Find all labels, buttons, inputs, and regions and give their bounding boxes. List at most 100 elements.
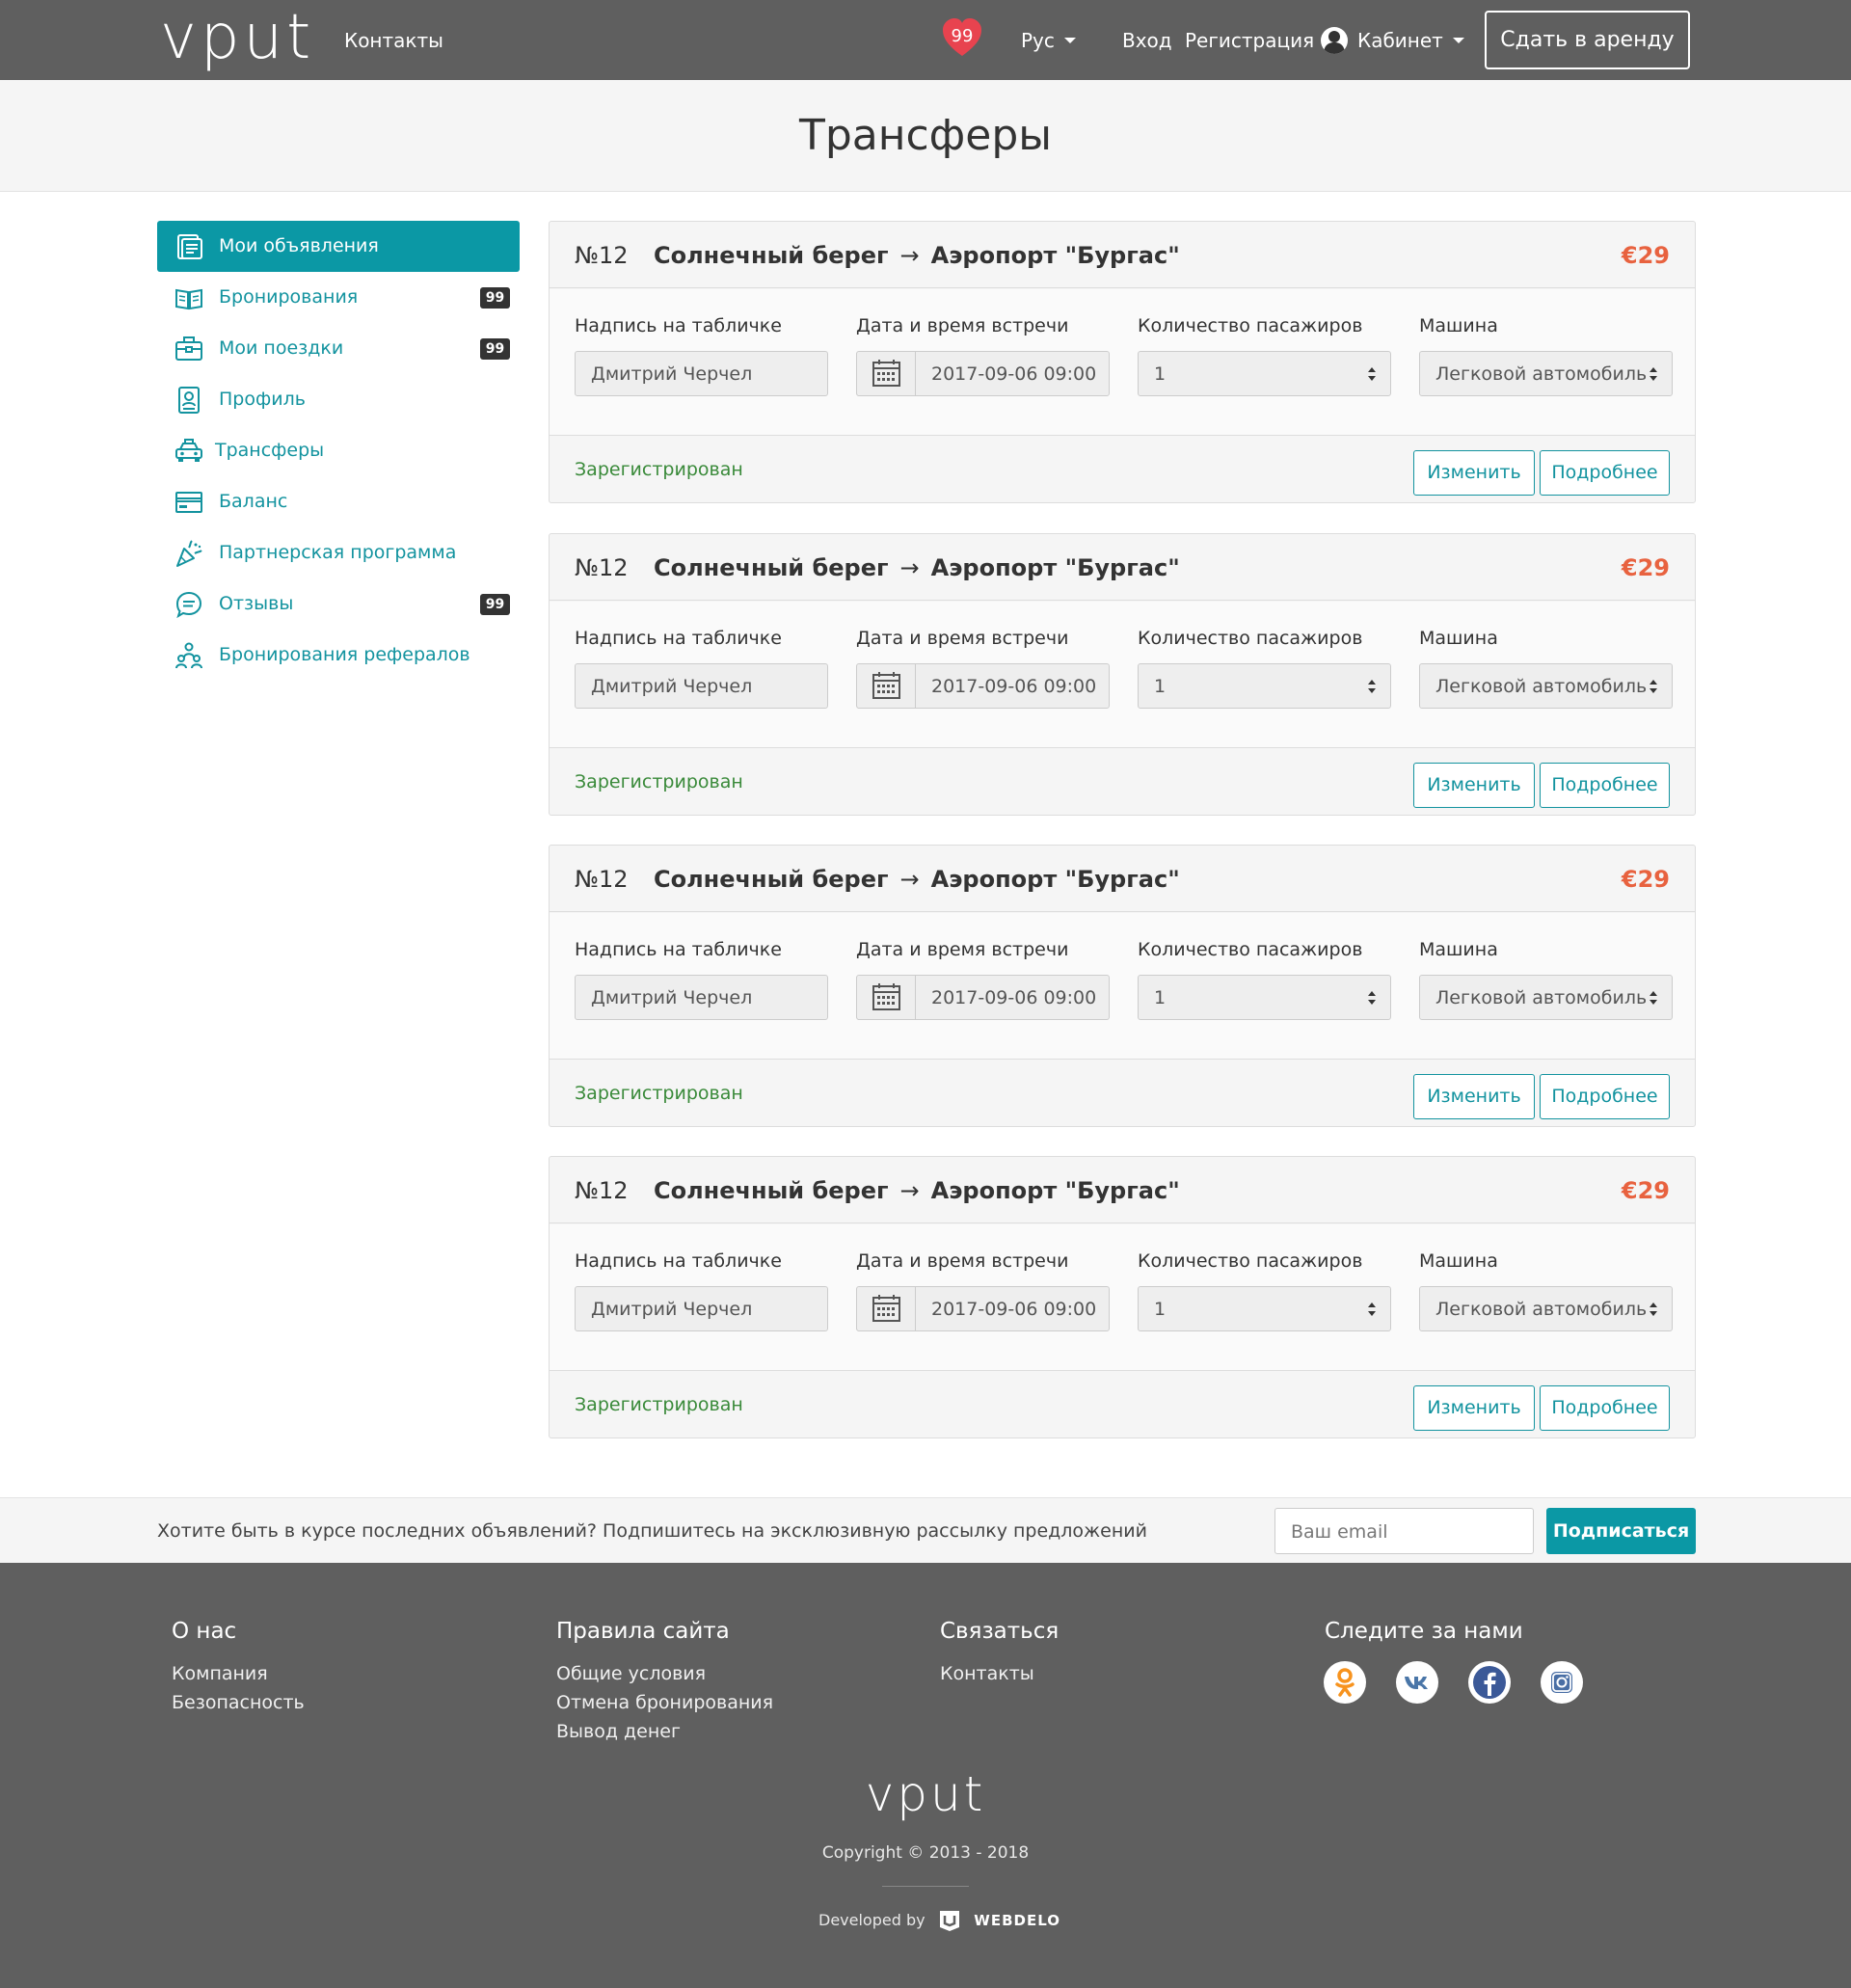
sidebar-item-my-listings[interactable]: Мои объявления [157,221,520,272]
sidebar-item-label: Бронирования [219,286,359,308]
footer-link[interactable]: Компания [172,1659,305,1688]
car-value: Легковой автомобиль [1435,1299,1648,1320]
status-text: Зарегистрирован [575,771,743,793]
edit-button[interactable]: Изменить [1413,450,1535,496]
passengers-select[interactable]: 1 [1138,663,1391,709]
footer-link[interactable]: Общие условия [556,1659,773,1688]
user-avatar-icon[interactable] [1321,27,1348,54]
select-arrows-icon [1650,680,1657,693]
transfer-number: №12 [575,1177,629,1204]
card-footer: Зарегистрирован Изменить Подробнее [550,748,1695,815]
calendar-icon[interactable] [857,1287,916,1330]
email-input[interactable]: Ваш email [1274,1508,1534,1554]
rent-out-button[interactable]: Сдать в аренду [1485,11,1690,69]
card-body: Надпись на табличке Дмитрий Черчел Дата … [550,1224,1695,1371]
footer-logo[interactable]: vput [0,1765,1851,1823]
calendar-glyph [872,983,900,1010]
details-button[interactable]: Подробнее [1540,1385,1670,1431]
card-body: Надпись на табличке Дмитрий Черчел Дата … [550,289,1695,436]
odnoklassniki-icon[interactable] [1324,1661,1366,1704]
calendar-icon[interactable] [857,976,916,1019]
count-badge: 99 [480,287,510,309]
details-button[interactable]: Подробнее [1540,763,1670,808]
details-button[interactable]: Подробнее [1540,1074,1670,1119]
footer-contact: Связаться Контакты [940,1617,1059,1688]
developer-credit[interactable]: Developed by WEBDELO [818,1906,1060,1935]
language-label: Рус [1021,29,1055,52]
sign-input[interactable]: Дмитрий Черчел [575,1286,828,1331]
sign-input[interactable]: Дмитрий Черчел [575,975,828,1020]
sidebar-item-profile[interactable]: Профиль [157,374,520,425]
developer-name: WEBDELO [974,1912,1060,1929]
sign-input[interactable]: Дмитрий Черчел [575,351,828,396]
datetime-input[interactable]: 2017-09-06 09:00 [856,975,1110,1020]
calendar-glyph [872,360,900,387]
transfer-card: №12 Солнечный берег → Аэропорт "Бургас" €2… [549,1156,1696,1438]
footer-link[interactable]: Вывод денег [556,1717,773,1746]
card-body: Надпись на табличке Дмитрий Черчел Дата … [550,602,1695,748]
site-logo[interactable]: vput [160,2,314,73]
favorites-count: 99 [951,26,974,46]
transfer-number: №12 [575,242,629,269]
car-select[interactable]: Легковой автомобиль [1419,663,1673,709]
transfer-number: №12 [575,866,629,893]
edit-button[interactable]: Изменить [1413,1074,1535,1119]
edit-button[interactable]: Изменить [1413,1385,1535,1431]
instagram-icon[interactable] [1541,1661,1583,1704]
car-select[interactable]: Легковой автомобиль [1419,351,1673,396]
car-label: Машина [1419,628,1498,649]
select-arrows-icon [1650,367,1657,381]
title-band: Трансферы [0,80,1851,192]
email-placeholder: Ваш email [1291,1521,1388,1543]
sidebar-item-transfers[interactable]: Трансферы [157,425,520,476]
footer-link[interactable]: Безопасность [172,1688,305,1717]
user-silhouette-icon [1324,31,1345,54]
transfer-price: €29 [1621,242,1670,269]
datetime-input[interactable]: 2017-09-06 09:00 [856,351,1110,396]
sidebar-item-my-trips[interactable]: Мои поездки 99 [157,323,520,374]
datetime-label: Дата и время встречи [856,628,1069,649]
register-link[interactable]: Регистрация [1185,28,1314,53]
sidebar-item-partner-program[interactable]: Партнерская программа [157,527,520,578]
login-link[interactable]: Вход [1122,28,1172,53]
language-dropdown[interactable]: Рус [1021,28,1076,53]
sign-input[interactable]: Дмитрий Черчел [575,663,828,709]
cabinet-dropdown[interactable]: Кабинет [1357,28,1464,53]
status-text: Зарегистрирован [575,1394,743,1415]
sidebar-item-label: Бронирования рефералов [219,644,470,665]
sidebar-item-label: Мои поездки [219,337,344,359]
calendar-icon[interactable] [857,352,916,395]
car-select[interactable]: Легковой автомобиль [1419,975,1673,1020]
subscribe-button[interactable]: Подписаться [1546,1508,1696,1554]
route-arrow: → [899,866,920,893]
cabinet-label: Кабинет [1357,29,1443,52]
footer-link[interactable]: Отмена бронирования [556,1688,773,1717]
passengers-select[interactable]: 1 [1138,975,1391,1020]
calendar-icon[interactable] [857,664,916,708]
sign-value: Дмитрий Черчел [591,676,753,697]
facebook-icon[interactable] [1468,1661,1511,1704]
route-arrow: → [899,554,920,581]
profile-card-icon [178,387,200,414]
sidebar-item-bookings[interactable]: Бронирования 99 [157,272,520,323]
passengers-select[interactable]: 1 [1138,1286,1391,1331]
datetime-input[interactable]: 2017-09-06 09:00 [856,663,1110,709]
nav-contacts-link[interactable]: Контакты [344,28,443,53]
datetime-input[interactable]: 2017-09-06 09:00 [856,1286,1110,1331]
details-button[interactable]: Подробнее [1540,450,1670,496]
sidebar-item-balance[interactable]: Баланс [157,476,520,527]
passengers-value: 1 [1154,676,1167,697]
route-from: Солнечный берег [654,1177,889,1204]
passengers-value: 1 [1154,363,1167,385]
footer-link[interactable]: Контакты [940,1659,1059,1688]
vk-icon[interactable] [1396,1661,1438,1704]
passengers-value: 1 [1154,1299,1167,1320]
count-badge: 99 [480,338,510,360]
calendar-glyph [872,1295,900,1322]
sidebar-item-referral-bookings[interactable]: Бронирования рефералов [157,630,520,681]
edit-button[interactable]: Изменить [1413,763,1535,808]
favorites-heart-icon[interactable]: 99 [941,17,983,60]
passengers-select[interactable]: 1 [1138,351,1391,396]
sidebar-item-reviews[interactable]: Отзывы 99 [157,578,520,630]
car-select[interactable]: Легковой автомобиль [1419,1286,1673,1331]
